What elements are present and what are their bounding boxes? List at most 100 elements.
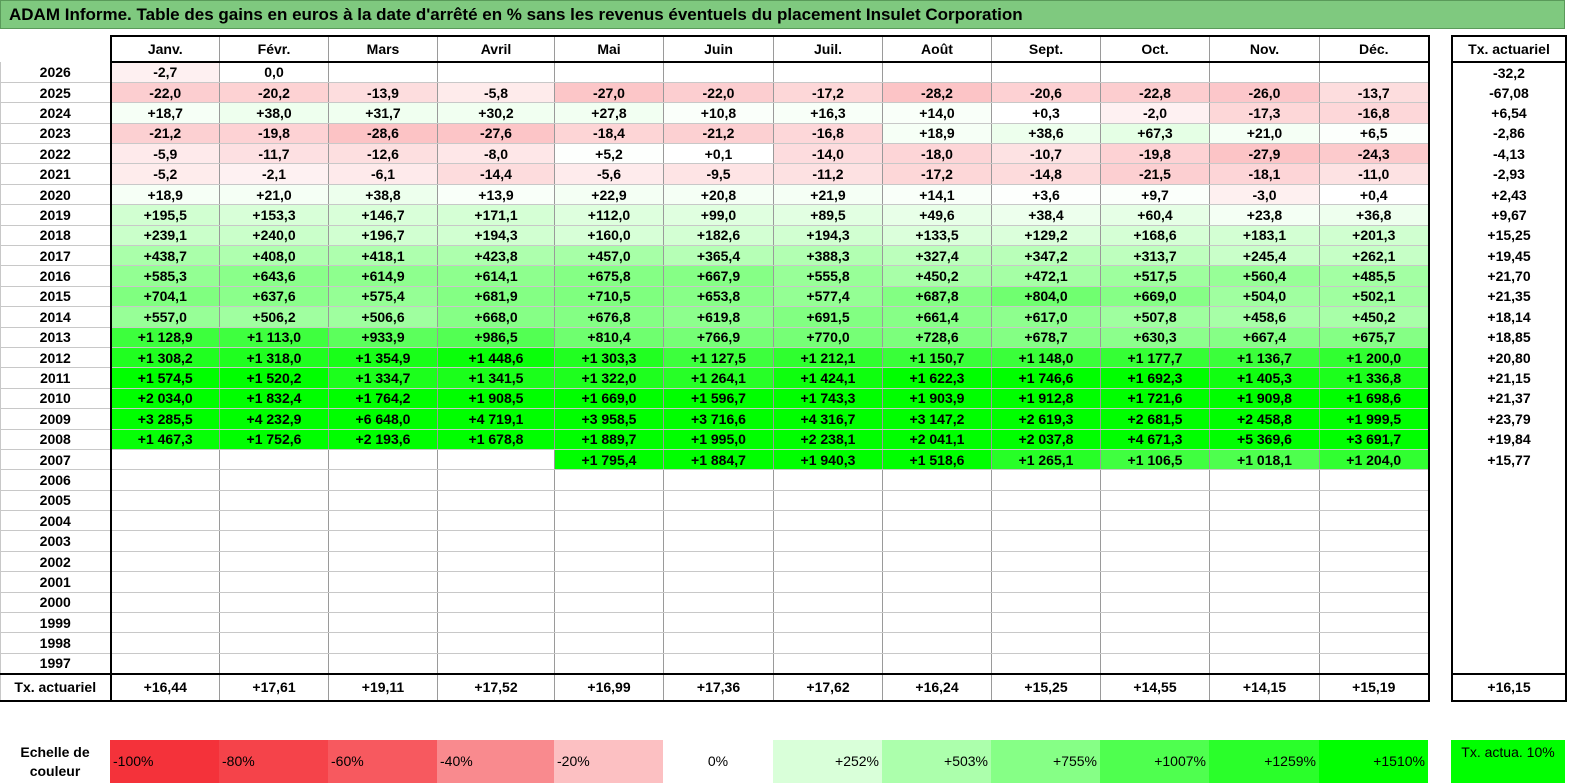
data-cell: +1 596,7 <box>663 388 774 410</box>
data-cell <box>1209 62 1320 83</box>
data-cell <box>663 490 774 512</box>
data-cell: +1 113,0 <box>219 327 329 348</box>
data-cell <box>219 551 329 573</box>
data-cell: +450,2 <box>882 265 992 287</box>
data-cell: -16,8 <box>773 123 883 145</box>
data-cell: +27,8 <box>554 102 664 124</box>
color-scale-stop: +1259% <box>1209 740 1319 783</box>
data-cell: +661,4 <box>882 306 992 328</box>
data-cell <box>1209 653 1320 674</box>
data-cell: -11,7 <box>219 143 329 165</box>
year-label: 2018 <box>0 225 112 247</box>
data-cell: +643,6 <box>219 265 329 287</box>
table-row: 2002 <box>0 551 1430 573</box>
data-cell <box>1319 653 1430 674</box>
actuarial-rate-cell: +2,43 <box>1451 184 1567 205</box>
year-label: 2001 <box>0 571 112 593</box>
data-cell <box>437 551 555 573</box>
data-cell: -13,9 <box>328 82 438 104</box>
year-label: 2006 <box>0 469 112 491</box>
data-cell <box>663 571 774 593</box>
data-cell: +160,0 <box>554 225 664 247</box>
data-cell: +3 285,5 <box>110 408 220 430</box>
total-cell: +19,11 <box>328 672 438 702</box>
data-cell: +1 940,3 <box>773 449 883 471</box>
month-header: Nov. <box>1209 35 1320 63</box>
data-cell: +506,2 <box>219 306 329 328</box>
data-cell: +21,0 <box>219 184 329 206</box>
data-cell: -13,7 <box>1319 82 1430 104</box>
actuarial-rate-cell: +9,67 <box>1451 204 1567 226</box>
data-cell <box>110 653 220 674</box>
data-cell: +502,1 <box>1319 286 1430 308</box>
data-cell: +38,0 <box>219 102 329 124</box>
data-cell <box>663 592 774 614</box>
data-cell: +614,9 <box>328 265 438 287</box>
data-cell: -3,0 <box>1209 184 1320 206</box>
data-cell: +710,5 <box>554 286 664 308</box>
data-cell: +195,5 <box>110 204 220 226</box>
data-cell: +1 264,1 <box>663 367 774 389</box>
data-cell <box>110 449 220 471</box>
month-header: Juil. <box>773 35 883 63</box>
year-label: 2004 <box>0 510 112 532</box>
data-cell: +667,4 <box>1209 327 1320 348</box>
actuarial-rate-cell <box>1451 571 1567 593</box>
data-cell <box>554 551 664 573</box>
data-cell <box>773 510 883 532</box>
data-cell <box>110 592 220 614</box>
month-header: Août <box>882 35 992 63</box>
total-cell: +16,99 <box>554 672 664 702</box>
table-row: 2013 +1 128,9 +1 113,0 +933,9 +986,5 +810,4 +7… <box>0 327 1430 348</box>
data-cell <box>554 653 664 674</box>
data-cell <box>1209 592 1320 614</box>
actuarial-rate-cell: +18,14 <box>1451 306 1567 328</box>
table-row: 2009 +3 285,5 +4 232,9 +6 648,0 +4 719,1 +3 9… <box>0 408 1430 430</box>
data-cell: +1 150,7 <box>882 347 992 369</box>
table-row: 2003 <box>0 530 1430 552</box>
data-cell <box>437 449 555 471</box>
data-cell <box>328 632 438 654</box>
data-cell: +38,8 <box>328 184 438 206</box>
table-row: 2012 +1 308,2 +1 318,0 +1 354,9 +1 448,6 +1 3… <box>0 347 1430 369</box>
year-label: 2013 <box>0 327 112 348</box>
data-cell <box>1319 62 1430 83</box>
table-row: 2025 -22,0 -20,2 -13,9 -5,8 -27,0 -22,0 -17,2 -2… <box>0 82 1430 104</box>
year-label: 2009 <box>0 408 112 430</box>
table-row: 2015 +704,1 +637,6 +575,4 +681,9 +710,5 +653,8… <box>0 286 1430 308</box>
data-cell <box>882 551 992 573</box>
data-cell: +704,1 <box>110 286 220 308</box>
data-cell: -9,5 <box>663 163 774 185</box>
data-cell: +1 746,6 <box>991 367 1101 389</box>
data-cell: +313,7 <box>1100 245 1210 267</box>
color-scale: -100% -80% -60% -40% -20% 0% +252% +503% +755% +1… <box>110 740 1428 783</box>
data-cell <box>991 571 1101 593</box>
total-row: Tx. actuariel +16,44 +17,61 +19,11 +17,52 +16… <box>0 672 1430 702</box>
month-header: Mars <box>328 35 438 63</box>
table-row: 1999 <box>0 612 1430 634</box>
data-cell <box>110 469 220 491</box>
data-cell: +6 648,0 <box>328 408 438 430</box>
actuarial-rate-cell: +23,79 <box>1451 408 1567 430</box>
data-cell <box>110 612 220 634</box>
color-scale-stop: -60% <box>328 740 437 783</box>
data-cell: -18,0 <box>882 143 992 165</box>
data-cell: +6,5 <box>1319 123 1430 145</box>
data-cell: +38,4 <box>991 204 1101 226</box>
data-cell: +1 698,6 <box>1319 388 1430 410</box>
table-row: 2017 +438,7 +408,0 +418,1 +423,8 +457,0 +365,4… <box>0 245 1430 267</box>
data-cell: +171,1 <box>437 204 555 226</box>
year-label: 2025 <box>0 82 112 104</box>
data-cell: +168,6 <box>1100 225 1210 247</box>
data-cell: -5,9 <box>110 143 220 165</box>
data-cell <box>554 469 664 491</box>
data-cell: +1 303,3 <box>554 347 664 369</box>
data-cell <box>1209 469 1320 491</box>
data-cell <box>219 530 329 552</box>
data-cell: +3,6 <box>991 184 1101 206</box>
data-cell: +13,9 <box>437 184 555 206</box>
data-cell <box>554 530 664 552</box>
data-cell <box>663 510 774 532</box>
table-row: 2005 <box>0 490 1430 512</box>
data-cell: +5,2 <box>554 143 664 165</box>
